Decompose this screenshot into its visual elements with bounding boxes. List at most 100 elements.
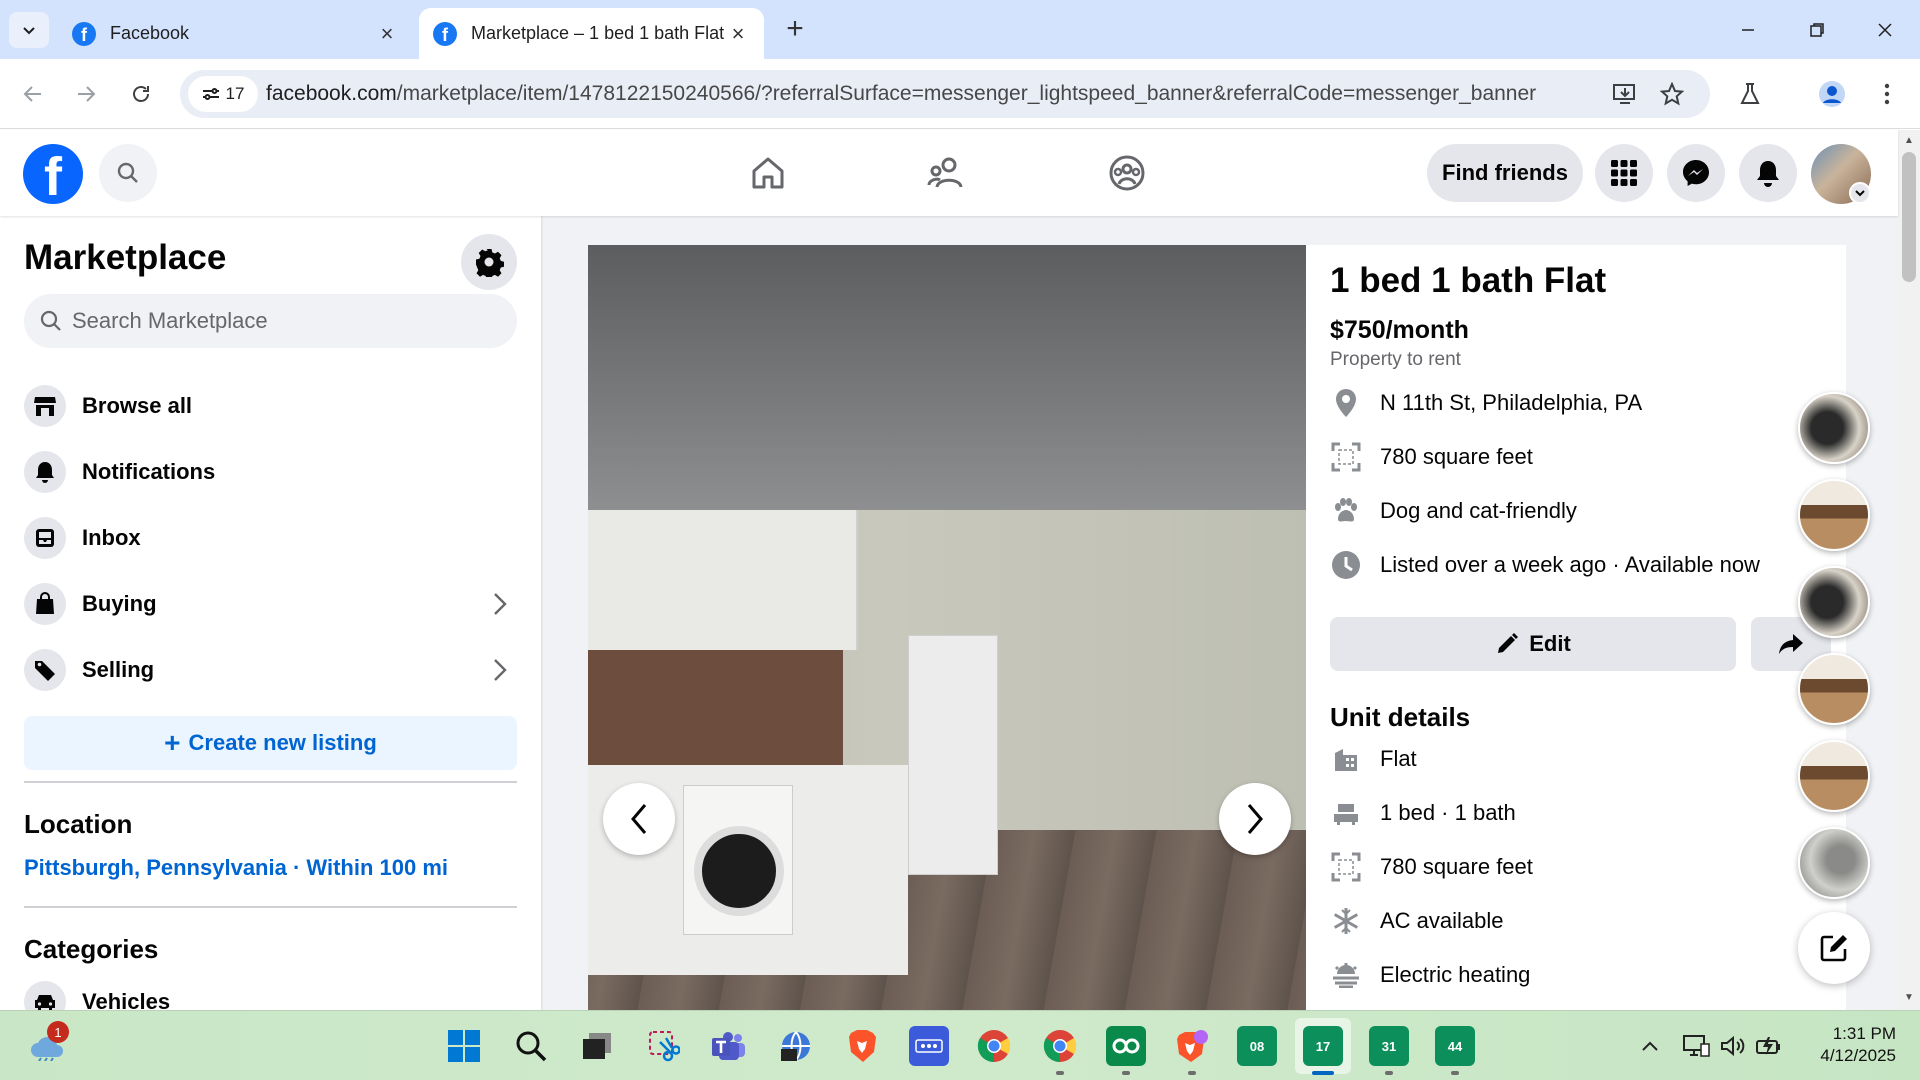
install-app-button[interactable] (1611, 80, 1639, 108)
calendar-app-44[interactable]: 44 (1435, 1026, 1475, 1066)
chevron-left-icon (631, 804, 647, 834)
running-indicator (1451, 1071, 1459, 1075)
create-new-listing-button[interactable]: + Create new listing (24, 716, 517, 770)
profile-button[interactable] (1814, 76, 1850, 112)
reload-button[interactable] (121, 74, 161, 114)
volume-tray-button[interactable] (1718, 1031, 1748, 1061)
calendar-app-31[interactable]: 31 (1369, 1026, 1409, 1066)
bookmark-button[interactable] (1658, 80, 1686, 108)
location-pin-icon (1330, 387, 1362, 419)
brave-browser-app[interactable] (842, 1026, 882, 1066)
account-chevron-icon[interactable] (1849, 182, 1871, 204)
facebook-logo-icon[interactable]: f (23, 144, 83, 204)
next-photo-button[interactable] (1219, 783, 1291, 855)
scroll-down-arrow-icon[interactable]: ▼ (1903, 992, 1915, 1004)
tab-search-button[interactable] (9, 12, 49, 48)
unit-detail-beds: 1 bed · 1 bath (1330, 795, 1516, 831)
find-friends-button[interactable]: Find friends (1427, 144, 1583, 202)
teams-app[interactable] (709, 1026, 749, 1066)
close-tab-icon[interactable]: × (726, 21, 750, 46)
notifications-button[interactable] (1739, 144, 1797, 202)
browser-toolbar: 17 facebook.com/marketplace/item/1478122… (0, 59, 1920, 129)
browser-tab-facebook[interactable]: f Facebook × (58, 8, 413, 59)
chrome-profile-app[interactable] (1040, 1026, 1080, 1066)
more-vertical-icon (1884, 83, 1890, 105)
facebook-search-button[interactable] (99, 144, 157, 202)
nav-home[interactable] (743, 150, 793, 196)
restore-button[interactable] (1794, 10, 1840, 50)
url-text[interactable]: facebook.com/marketplace/item/1478122150… (266, 82, 1596, 106)
facebook-favicon-icon: f (433, 21, 457, 46)
battery-tray-button[interactable] (1754, 1031, 1784, 1061)
network-app[interactable] (776, 1026, 816, 1066)
battery-charging-icon (1756, 1037, 1780, 1055)
close-icon (1878, 23, 1892, 37)
nav-groups[interactable] (1102, 150, 1152, 196)
unit-detail-area: 780 square feet (1330, 849, 1533, 885)
detail-text: 780 square feet (1380, 854, 1533, 879)
nav-friends[interactable] (922, 150, 972, 196)
chat-head-avatar[interactable] (1798, 740, 1870, 812)
taskbar-clock[interactable]: 1:31 PM 4/12/2025 (1800, 1023, 1896, 1067)
category-item-vehicles[interactable]: Vehicles (24, 973, 517, 1010)
photo-cabinets (588, 510, 858, 650)
chat-head-avatar[interactable] (1798, 479, 1870, 551)
new-message-button[interactable] (1798, 912, 1870, 984)
close-tab-icon[interactable]: × (375, 21, 399, 46)
browser-tab-marketplace[interactable]: f Marketplace – 1 bed 1 bath Flat × (419, 8, 764, 59)
chat-head-avatar[interactable] (1798, 827, 1870, 899)
menu-button[interactable] (1595, 144, 1653, 202)
sidebar-item-selling[interactable]: Selling (24, 641, 517, 699)
chat-head-avatar[interactable] (1798, 392, 1870, 464)
chat-head-avatar[interactable] (1798, 653, 1870, 725)
chrome-app[interactable] (974, 1026, 1014, 1066)
abc-proxy-app[interactable] (909, 1026, 949, 1066)
minimize-button[interactable] (1725, 10, 1771, 50)
listing-title: 1 bed 1 bath Flat (1330, 261, 1607, 300)
search-marketplace-input[interactable]: Search Marketplace (24, 294, 517, 348)
edit-listing-button[interactable]: Edit (1330, 617, 1736, 671)
grid-menu-icon (1611, 160, 1637, 186)
network-tray-button[interactable] (1681, 1031, 1711, 1061)
forward-button[interactable] (66, 74, 106, 114)
marketplace-settings-button[interactable] (461, 234, 517, 290)
tune-icon (202, 88, 219, 100)
snipping-tool-app[interactable] (644, 1026, 684, 1066)
location-filter-link[interactable]: Pittsburgh, Pennsylvania · Within 100 mi (24, 855, 448, 881)
scroll-up-arrow-icon[interactable]: ▲ (1903, 135, 1915, 147)
sidebar-item-notifications[interactable]: Notifications (24, 443, 517, 501)
calendar-app-17[interactable]: 17 (1303, 1026, 1343, 1066)
taskbar-search-button[interactable] (511, 1026, 551, 1066)
task-view-button[interactable] (577, 1026, 617, 1066)
sidebar-divider (24, 781, 517, 783)
calendar-app-08[interactable]: 08 (1237, 1026, 1277, 1066)
labs-button[interactable] (1732, 76, 1768, 112)
gologin-app[interactable] (1106, 1026, 1146, 1066)
new-tab-button[interactable]: + (779, 14, 811, 46)
listing-detail-location: N 11th St, Philadelphia, PA (1330, 385, 1642, 421)
chat-head-avatar[interactable] (1798, 566, 1870, 638)
address-bar[interactable]: 17 facebook.com/marketplace/item/1478122… (180, 70, 1710, 118)
listing-photo[interactable] (588, 245, 1306, 1010)
sidebar-item-inbox[interactable]: Inbox (24, 509, 517, 567)
show-hidden-icons-button[interactable] (1635, 1031, 1665, 1061)
sidebar-item-buying[interactable]: Buying (24, 575, 517, 633)
scrollbar-thumb[interactable] (1902, 152, 1916, 282)
messenger-button[interactable] (1667, 144, 1725, 202)
start-button[interactable] (444, 1026, 484, 1066)
brave-beta-app[interactable] (1172, 1026, 1212, 1066)
close-window-button[interactable] (1862, 10, 1908, 50)
previous-photo-button[interactable] (603, 783, 675, 855)
home-icon (752, 157, 784, 189)
sidebar-item-label: Notifications (82, 459, 216, 484)
site-info-chip[interactable]: 17 (188, 76, 258, 112)
paw-icon (1330, 495, 1362, 527)
category-label: Vehicles (82, 989, 171, 1010)
back-button[interactable] (13, 74, 53, 114)
page-scrollbar[interactable]: ▲ ▼ (1898, 130, 1920, 1010)
network-icon (1683, 1035, 1710, 1057)
running-indicator (1122, 1071, 1130, 1075)
calendar-app-17-wrapper[interactable]: 17 (1295, 1018, 1351, 1074)
sidebar-item-browse-all[interactable]: Browse all (24, 377, 517, 435)
browser-menu-button[interactable] (1869, 76, 1905, 112)
